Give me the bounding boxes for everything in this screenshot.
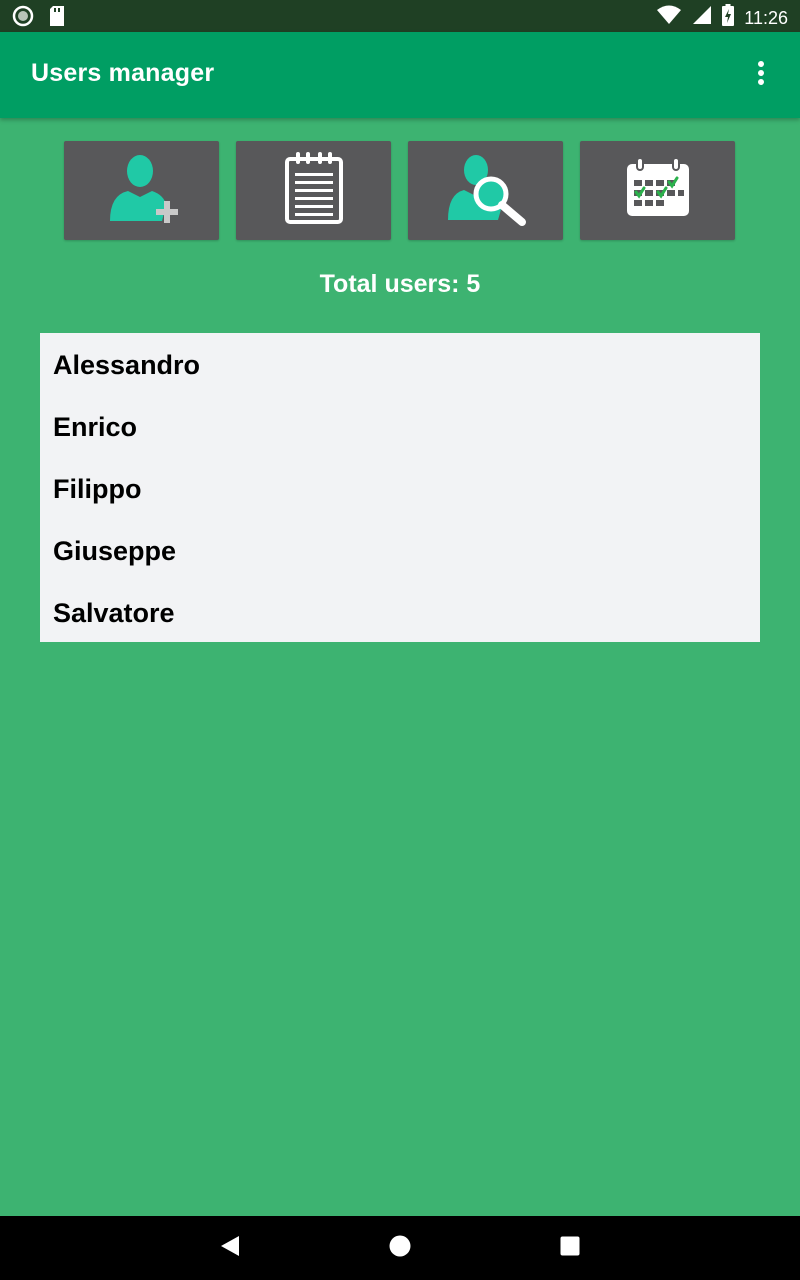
list-item[interactable]: Salvatore — [40, 582, 760, 644]
back-icon — [219, 1234, 241, 1263]
list-item[interactable]: Alessandro — [40, 334, 760, 396]
overflow-menu-button[interactable] — [746, 60, 776, 90]
add-user-button[interactable] — [64, 141, 219, 240]
sd-card-icon — [48, 5, 66, 32]
recents-button[interactable] — [554, 1232, 586, 1264]
list-item[interactable]: Filippo — [40, 458, 760, 520]
battery-icon — [722, 4, 735, 31]
calendar-icon — [625, 157, 691, 223]
search-user-icon — [446, 150, 526, 231]
signal-icon — [692, 5, 712, 30]
back-button[interactable] — [214, 1232, 246, 1264]
wifi-icon — [656, 5, 682, 30]
action-toolbar — [64, 141, 735, 240]
home-icon — [388, 1234, 412, 1263]
notes-button[interactable] — [236, 141, 391, 240]
add-user-icon — [106, 149, 178, 232]
notepad-icon — [284, 151, 344, 230]
more-vert-icon — [757, 60, 765, 91]
circle-notification-icon — [12, 5, 34, 32]
home-button[interactable] — [384, 1232, 416, 1264]
status-time: 11:26 — [744, 7, 788, 28]
recents-icon — [559, 1235, 581, 1262]
list-item[interactable]: Giuseppe — [40, 520, 760, 582]
list-item[interactable]: Enrico — [40, 396, 760, 458]
calendar-button[interactable] — [580, 141, 735, 240]
navigation-bar — [0, 1216, 800, 1280]
total-users-label: Total users: 5 — [319, 270, 481, 298]
app-title: Users manager — [31, 59, 215, 87]
status-bar: 11:26 — [0, 0, 800, 32]
app-bar: Users manager — [0, 32, 800, 118]
user-list: Alessandro Enrico Filippo Giuseppe Salva… — [40, 333, 760, 642]
search-user-button[interactable] — [408, 141, 563, 240]
